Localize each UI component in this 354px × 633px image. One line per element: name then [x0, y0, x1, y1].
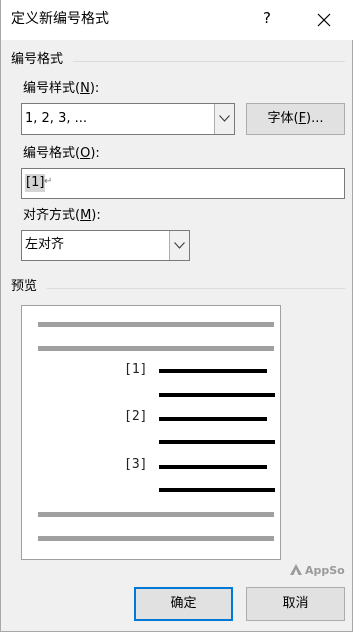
appso-watermark: AppSo [290, 563, 345, 579]
title-bar: 定义新编号格式 ? [1, 0, 354, 40]
preview-text-line [159, 417, 267, 421]
alignment-value: 左对齐 [25, 237, 65, 252]
preview-text-line [159, 393, 275, 397]
preview-number-2: [2] [124, 409, 148, 424]
preview-text-line [159, 488, 275, 492]
group-divider [47, 288, 345, 289]
define-number-format-dialog: 定义新编号格式 ? 编号格式 编号样式(N): 1, 2, 3, ... 字体(… [0, 0, 354, 632]
appso-logo-icon [290, 564, 302, 575]
cancel-button[interactable]: 取消 [246, 587, 345, 621]
preview-gray-line [38, 346, 274, 351]
number-style-dropdown[interactable]: 1, 2, 3, ... [21, 103, 235, 135]
dialog-title: 定义新编号格式 [11, 11, 109, 27]
number-format-group-heading: 编号格式 [11, 52, 64, 67]
preview-number-3: [3] [124, 457, 148, 472]
close-button[interactable] [308, 8, 340, 32]
ok-button[interactable]: 确定 [134, 587, 233, 621]
chevron-down-icon [174, 241, 185, 249]
preview-group-heading: 预览 [11, 279, 38, 294]
number-format-input[interactable]: [1] ↵ [21, 168, 345, 199]
preview-text-line [159, 440, 275, 444]
preview-text-line [159, 465, 267, 469]
font-button[interactable]: 字体(F)... [246, 103, 345, 135]
preview-number-1: [1] [124, 362, 148, 377]
chevron-down-icon [219, 115, 230, 122]
alignment-label: 对齐方式(M): [23, 208, 101, 223]
preview-text-line [159, 369, 267, 373]
number-field-token[interactable]: [1] [25, 174, 46, 192]
number-style-dropdown-arrow[interactable] [214, 104, 234, 134]
close-icon [317, 13, 331, 27]
alignment-dropdown-arrow[interactable] [169, 231, 189, 260]
alignment-dropdown[interactable]: 左对齐 [21, 230, 190, 261]
help-button[interactable]: ? [259, 8, 275, 28]
number-format-label: 编号格式(O): [23, 146, 100, 161]
preview-gray-line [38, 536, 274, 541]
preview-gray-line [38, 512, 274, 517]
number-style-label: 编号样式(N): [23, 81, 100, 96]
preview-gray-line [38, 322, 274, 327]
paragraph-mark: ↵ [44, 176, 53, 187]
group-divider [73, 61, 345, 62]
preview-pane: [1] [2] [3] [21, 305, 281, 560]
number-style-value: 1, 2, 3, ... [25, 111, 88, 126]
